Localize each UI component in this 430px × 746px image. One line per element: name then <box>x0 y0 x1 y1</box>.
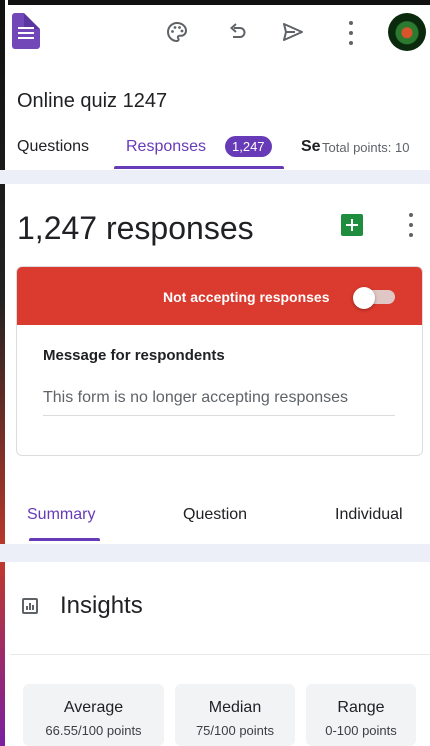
stat-value: 66.55/100 points <box>45 723 142 738</box>
insights-divider <box>10 654 430 655</box>
section-divider <box>0 544 430 562</box>
accepting-responses-banner: Not accepting responses <box>17 267 422 325</box>
accepting-responses-card: Not accepting responses Message for resp… <box>16 266 423 456</box>
responses-more-icon[interactable] <box>408 213 414 237</box>
stat-label: Median <box>208 699 262 716</box>
message-field[interactable] <box>43 389 395 416</box>
active-summary-tab-indicator <box>29 538 100 541</box>
stat-value: 75/100 points <box>195 723 275 738</box>
insights-chart-icon <box>22 598 38 614</box>
stat-average: Average 66.55/100 points <box>23 684 164 746</box>
accepting-responses-label: Not accepting responses <box>163 289 330 305</box>
stat-median: Median 75/100 points <box>175 684 295 746</box>
total-points: Total points: 10 <box>322 140 410 155</box>
message-label: Message for respondents <box>43 347 225 364</box>
form-title[interactable]: Online quiz 1247 <box>17 90 167 113</box>
tab-questions[interactable]: Questions <box>17 138 89 156</box>
undo-icon[interactable] <box>222 17 252 47</box>
device-frame-left <box>0 0 8 746</box>
avatar[interactable] <box>388 13 426 51</box>
tab-responses[interactable]: Responses <box>126 138 206 156</box>
stat-label: Average <box>63 699 124 716</box>
section-divider <box>0 170 430 184</box>
stat-value: 0-100 points <box>325 723 397 738</box>
insights-title: Insights <box>60 592 143 619</box>
accepting-responses-toggle[interactable] <box>353 287 395 309</box>
tab-individual[interactable]: Individual <box>335 506 403 524</box>
more-vert-icon[interactable] <box>348 21 354 45</box>
tab-summary[interactable]: Summary <box>27 506 95 524</box>
stat-label: Range <box>337 699 385 716</box>
send-icon[interactable] <box>278 17 308 47</box>
stat-range: Range 0-100 points <box>306 684 416 746</box>
form-tabs: Questions Responses 1,247 Se Total point… <box>0 130 430 170</box>
response-count-heading: 1,247 responses <box>17 210 254 246</box>
responses-count-badge: 1,247 <box>225 136 272 157</box>
top-app-bar <box>0 5 430 67</box>
palette-icon[interactable] <box>162 17 192 47</box>
active-tab-indicator <box>114 166 284 169</box>
tab-settings[interactable]: Se <box>301 138 321 156</box>
forms-app-icon[interactable] <box>12 13 40 49</box>
tab-question[interactable]: Question <box>183 506 247 524</box>
google-sheets-icon[interactable] <box>341 214 363 236</box>
